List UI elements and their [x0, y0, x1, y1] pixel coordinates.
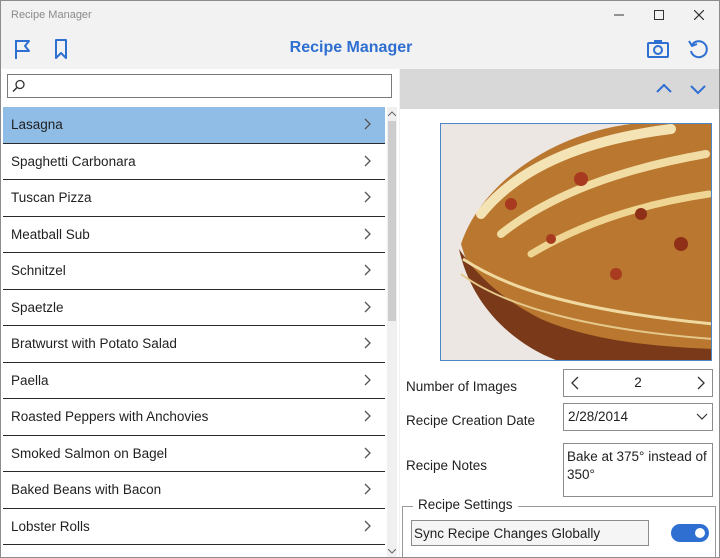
search-icon	[12, 79, 25, 93]
maximize-button[interactable]	[639, 1, 679, 29]
next-recipe-icon[interactable]	[688, 81, 708, 97]
title-bar: Recipe Manager	[1, 1, 719, 29]
chevron-right-icon	[364, 520, 371, 531]
sync-toggle[interactable]	[671, 524, 709, 542]
refresh-icon[interactable]	[686, 37, 710, 61]
creation-date-picker[interactable]: 2/28/2014	[563, 403, 713, 431]
chevron-right-icon	[364, 191, 371, 203]
chevron-right-icon	[364, 155, 371, 166]
minimize-icon	[614, 14, 624, 16]
chevron-right-icon	[364, 337, 371, 349]
scroll-up-arrow[interactable]	[387, 107, 397, 119]
chevron-right-icon	[364, 228, 371, 239]
scroll-down-icon	[388, 548, 396, 554]
recipe-list: Lasagna Spaghetti Carbonara Tuscan Pizza Me…	[3, 107, 385, 557]
recipe-photo	[440, 123, 712, 361]
recipe-list-item[interactable]: Smoked Salmon on Bagel	[3, 435, 385, 472]
chevron-right-icon	[364, 374, 371, 385]
creation-date-value: 2/28/2014	[568, 409, 629, 424]
recipe-name: Schnitzel	[11, 263, 66, 279]
recipe-name: Baked Beans with Bacon	[11, 482, 162, 498]
recipe-detail-pane: Number of Images 2 Recipe Creation Date …	[400, 69, 719, 557]
detail-nav-bar	[400, 69, 719, 109]
search-input[interactable]	[30, 77, 389, 97]
recipe-name: Lasagna	[11, 117, 63, 133]
increment-icon[interactable]	[692, 375, 708, 391]
app-window: Recipe Manager Recipe Manager Lasagna Sp…	[0, 0, 720, 558]
recipe-list-item[interactable]: Lobster Rolls	[3, 508, 385, 545]
number-of-images-stepper[interactable]: 2	[563, 369, 713, 397]
chevron-down-icon	[696, 413, 708, 420]
recipe-list-item[interactable]: Paella	[3, 362, 385, 399]
recipe-list-item[interactable]: Tuscan Pizza	[3, 180, 385, 217]
sync-label: Sync Recipe Changes Globally	[414, 526, 601, 541]
recipe-list-item[interactable]: Meatball Sub	[3, 216, 385, 253]
recipe-list-item[interactable]: Baked Beans with Bacon	[3, 472, 385, 509]
sync-setting[interactable]: Sync Recipe Changes Globally	[411, 520, 649, 546]
maximize-icon	[654, 10, 664, 20]
search-box[interactable]	[7, 74, 392, 98]
recipe-settings-group: Recipe Settings Sync Recipe Changes Glob…	[402, 497, 716, 557]
recipe-settings-title: Recipe Settings	[413, 497, 518, 512]
recipe-list-item[interactable]: Bratwurst with Potato Salad	[3, 326, 385, 363]
chevron-right-icon	[364, 264, 371, 276]
recipe-list-item[interactable]: Lasagna	[3, 107, 385, 144]
recipe-name: Smoked Salmon on Bagel	[11, 445, 168, 461]
recipe-name: Bratwurst with Potato Salad	[11, 336, 177, 352]
creation-date-label: Recipe Creation Date	[406, 413, 536, 428]
recipe-list-pane: Lasagna Spaghetti Carbonara Tuscan Pizza Me…	[1, 69, 399, 557]
recipe-list-item[interactable]: Spaghetti Carbonara	[3, 143, 385, 180]
recipe-name: Lobster Rolls	[11, 518, 90, 534]
lasagna-image	[441, 124, 711, 360]
close-icon	[694, 10, 704, 20]
scroll-down-arrow[interactable]	[387, 545, 397, 557]
recipe-name: Spaetzle	[11, 299, 64, 315]
recipe-list-item[interactable]: Roasted Peppers with Anchovies	[3, 399, 385, 436]
recipe-name: Tuscan Pizza	[11, 190, 92, 206]
number-of-images-label: Number of Images	[406, 379, 518, 394]
toolbar: Recipe Manager	[1, 29, 719, 69]
chevron-right-icon	[364, 410, 371, 422]
recipe-notes-field[interactable]: Bake at 375° instead of 350°	[563, 443, 713, 497]
camera-icon[interactable]	[646, 37, 670, 61]
chevron-right-icon	[364, 447, 371, 458]
recipe-notes-label: Recipe Notes	[406, 458, 488, 473]
chevron-right-icon	[364, 118, 371, 130]
recipe-name: Paella	[11, 372, 49, 388]
toggle-knob	[695, 528, 705, 538]
recipe-list-item[interactable]: Spaetzle	[3, 289, 385, 326]
recipe-name: Meatball Sub	[11, 226, 90, 242]
recipe-list-item[interactable]: Schnitzel	[3, 253, 385, 290]
chevron-right-icon	[364, 483, 371, 495]
number-of-images-value: 2	[634, 375, 642, 390]
chevron-right-icon	[364, 301, 371, 312]
window-title: Recipe Manager	[11, 9, 92, 21]
recipe-name: Spaghetti Carbonara	[11, 153, 136, 169]
app-title: Recipe Manager	[289, 39, 413, 56]
recipe-name: Roasted Peppers with Anchovies	[11, 409, 209, 425]
previous-recipe-icon[interactable]	[654, 81, 674, 97]
minimize-button[interactable]	[599, 1, 639, 29]
scroll-up-icon	[388, 110, 396, 116]
close-button[interactable]	[679, 1, 719, 29]
scroll-thumb[interactable]	[388, 121, 396, 321]
list-scrollbar[interactable]	[387, 107, 397, 557]
